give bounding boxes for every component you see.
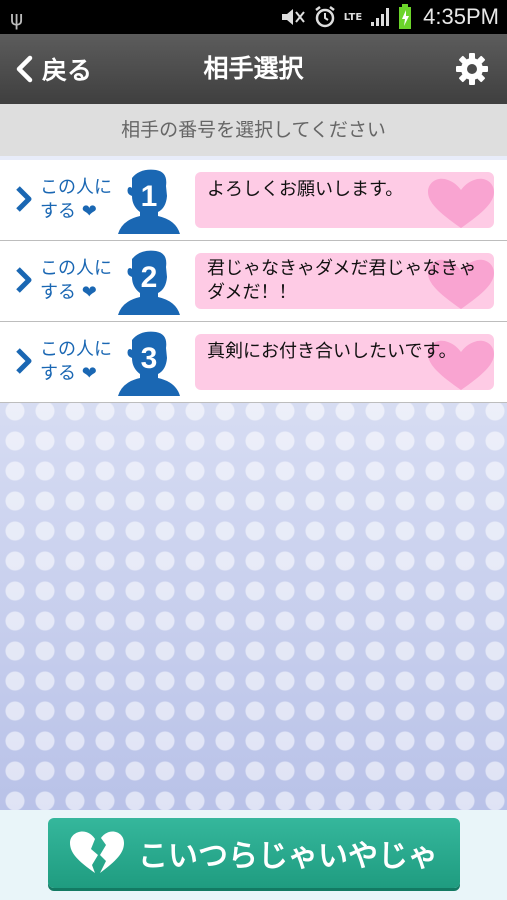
chevron-right-icon (16, 348, 32, 374)
heart-icon: ❤ (81, 201, 97, 222)
choose-this-person-label[interactable]: この人に する ❤ (40, 257, 122, 305)
mute-icon (281, 9, 305, 25)
message-bubble: 真剣にお付き合いしたいです。 (195, 334, 494, 390)
heart-icon: ❤ (81, 282, 97, 303)
message-bubble: よろしくお願いします。 (195, 172, 494, 228)
person-silhouette-icon: 2 (118, 250, 180, 315)
network-type: LTE (343, 11, 363, 23)
chevron-right-icon (16, 186, 32, 212)
instruction-text: 相手の番号を選択してください (0, 104, 507, 156)
gear-icon[interactable] (455, 52, 489, 86)
message-bubble: 君じゃなきゃダメだ君じゃなきゃダメだ！！ (195, 253, 494, 309)
clock: 4:35PM (423, 4, 499, 29)
battery-icon (399, 4, 412, 29)
footer-bar: こいつらじゃいやじゃ (0, 810, 507, 900)
status-bar: ψ LTE 4:35PM (0, 0, 507, 34)
message-text: よろしくお願いします。 (207, 179, 404, 200)
chevron-right-icon (16, 267, 32, 293)
partner-number: 1 (141, 180, 158, 213)
usb-icon: ψ (10, 6, 24, 30)
status-icons: LTE 4:35PM (280, 0, 499, 34)
person-silhouette-icon: 3 (118, 331, 180, 396)
broken-heart-icon (70, 831, 124, 873)
partner-row-3[interactable]: この人に する ❤ 3 真剣にお付き合いしたいです。 (0, 322, 507, 403)
partner-number: 2 (141, 261, 158, 294)
alarm-icon (315, 6, 335, 28)
choose-this-person-label[interactable]: この人に する ❤ (40, 338, 122, 386)
message-text: 真剣にお付き合いしたいです。 (207, 341, 457, 362)
app-header: 戻る 相手選択 (0, 34, 507, 104)
heart-icon: ❤ (81, 363, 97, 384)
person-silhouette-icon: 1 (118, 169, 180, 234)
reject-all-label: こいつらじゃいやじゃ (138, 839, 438, 874)
choose-this-person-label[interactable]: この人に する ❤ (40, 176, 122, 224)
partner-row-1[interactable]: この人に する ❤ 1 よろしくお願いします。 (0, 160, 507, 241)
partner-number: 3 (141, 342, 158, 375)
page-title: 相手選択 (203, 54, 304, 83)
partner-row-2[interactable]: この人に する ❤ 2 君じゃなきゃダメだ君じゃなきゃダメだ！！ (0, 241, 507, 322)
message-text: 君じゃなきゃダメだ君じゃなきゃダメだ！！ (207, 258, 477, 303)
reject-all-button[interactable]: こいつらじゃいやじゃ (48, 818, 460, 888)
signal-icon (371, 8, 390, 26)
